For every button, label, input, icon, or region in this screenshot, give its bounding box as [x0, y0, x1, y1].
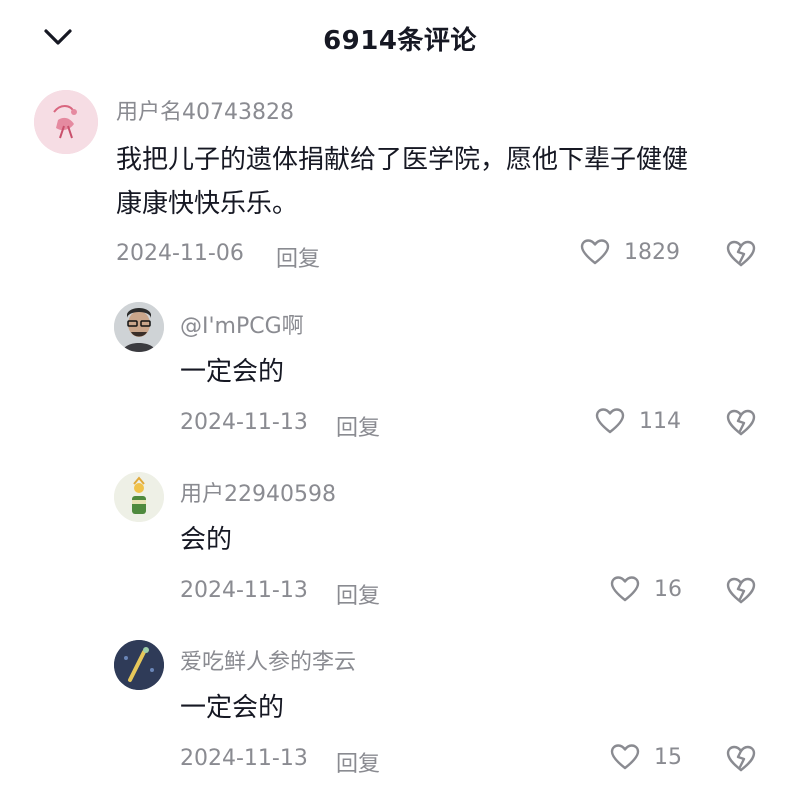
- comment-date: 2024-11-06: [116, 241, 244, 266]
- comments-header: 6914条评论: [0, 0, 800, 72]
- reply-button[interactable]: 回复: [336, 746, 380, 778]
- avatar-image: [34, 90, 98, 154]
- avatar[interactable]: [114, 302, 164, 352]
- comment-count-title: 6914条评论: [323, 26, 477, 56]
- reply-username[interactable]: @I'mPCG啊: [180, 308, 304, 340]
- heart-outline-icon: [595, 408, 625, 434]
- reply-text: 一定会的: [180, 693, 285, 723]
- avatar-image: [114, 640, 164, 690]
- like-count: 1829: [624, 239, 680, 265]
- avatar[interactable]: [34, 90, 98, 154]
- heart-outline-icon: [580, 239, 610, 265]
- like-count: 114: [639, 408, 681, 434]
- broken-heart-icon[interactable]: [724, 405, 758, 439]
- reply-date: 2024-11-13: [180, 410, 308, 435]
- heart-outline-icon: [610, 576, 640, 602]
- broken-heart-icon[interactable]: [724, 236, 758, 270]
- broken-heart-icon[interactable]: [724, 741, 758, 775]
- reply-button[interactable]: 回复: [336, 578, 380, 610]
- reply-date: 2024-11-13: [180, 746, 308, 771]
- reply-button[interactable]: 回复: [336, 410, 380, 442]
- avatar-image: [114, 472, 164, 522]
- like-button[interactable]: 1829: [580, 238, 680, 266]
- avatar[interactable]: [114, 640, 164, 690]
- reply-item: @I'mPCG啊 一定会的 2024-11-13 回复 114: [0, 300, 800, 450]
- heart-outline-icon: [610, 744, 640, 770]
- reply-username[interactable]: 用户22940598: [180, 476, 336, 508]
- comment-text: 我把儿子的遗体捐献给了医学院，愿他下辈子健健 康康快快乐乐。: [116, 138, 766, 226]
- broken-heart-icon[interactable]: [724, 573, 758, 607]
- like-count: 15: [654, 744, 682, 770]
- comment-username[interactable]: 用户名40743828: [116, 94, 294, 126]
- reply-text: 会的: [180, 525, 233, 555]
- like-button[interactable]: 16: [610, 575, 682, 603]
- reply-item: 爱吃鲜人参的李云 一定会的 2024-11-13 回复 15: [0, 636, 800, 786]
- like-button[interactable]: 114: [595, 407, 681, 435]
- reply-date: 2024-11-13: [180, 578, 308, 603]
- reply-item: 用户22940598 会的 2024-11-13 回复 16: [0, 468, 800, 618]
- reply-text: 一定会的: [180, 357, 285, 387]
- avatar-image: [114, 302, 164, 352]
- like-button[interactable]: 15: [610, 743, 682, 771]
- comment-text-line: 康康快快乐乐。: [116, 189, 299, 219]
- like-count: 16: [654, 576, 682, 602]
- avatar[interactable]: [114, 472, 164, 522]
- reply-username[interactable]: 爱吃鲜人参的李云: [180, 644, 356, 676]
- comment-text-line: 我把儿子的遗体捐献给了医学院，愿他下辈子健健: [116, 145, 689, 175]
- comment-item: 用户名40743828 我把儿子的遗体捐献给了医学院，愿他下辈子健健 康康快快乐…: [0, 88, 800, 288]
- reply-button[interactable]: 回复: [276, 241, 320, 273]
